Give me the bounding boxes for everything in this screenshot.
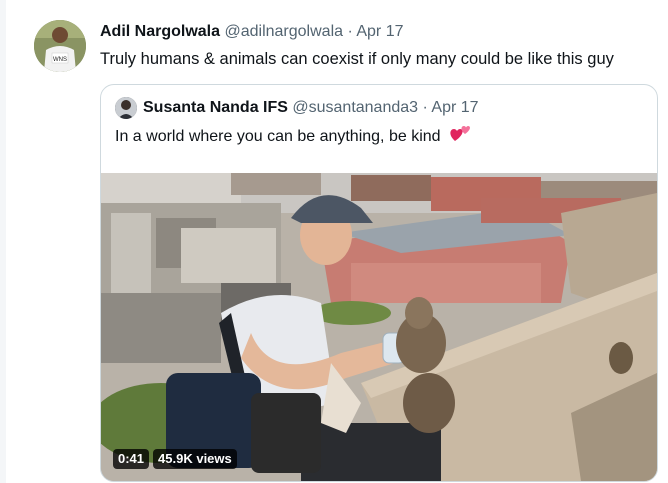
author-name[interactable]: Adil Nargolwala (100, 23, 220, 40)
tweet-header: Adil Nargolwala @adilnargolwala · Apr 17 (100, 22, 404, 42)
tweet[interactable]: WNS Adil Nargolwala @adilnargolwala · Ap… (20, 10, 668, 483)
separator-dot: · (347, 23, 353, 40)
author-handle[interactable]: @adilnargolwala (224, 23, 343, 40)
two-hearts-icon (449, 124, 471, 151)
quoted-tweet-header: Susanta Nanda IFS @susantananda3 · Apr 1… (143, 98, 479, 118)
tweet-text: Truly humans & animals can coexist if on… (100, 50, 614, 68)
quoted-tweet-text-line: In a world where you can be anything, be… (115, 124, 471, 151)
author-avatar[interactable]: WNS (34, 20, 86, 72)
quoted-author-name[interactable]: Susanta Nanda IFS (143, 99, 288, 116)
quoted-tweet-date[interactable]: Apr 17 (431, 99, 478, 116)
video-meta: 0:41 45.9K views (113, 449, 237, 469)
video-views: 45.9K views (153, 449, 237, 469)
page: WNS Adil Nargolwala @adilnargolwala · Ap… (0, 0, 668, 483)
quoted-author-avatar[interactable] (115, 97, 137, 119)
left-sidebar-edge (0, 0, 6, 483)
quoted-tweet-text: In a world where you can be anything, be… (115, 128, 441, 145)
quoted-tweet[interactable]: Susanta Nanda IFS @susantananda3 · Apr 1… (100, 84, 658, 482)
video-duration: 0:41 (113, 449, 150, 469)
video-frame (101, 173, 657, 481)
video-player[interactable]: 0:41 45.9K views (101, 173, 657, 481)
avatar-jersey-text: WNS (53, 57, 67, 63)
quoted-author-handle[interactable]: @susantananda3 (292, 99, 418, 116)
tweet-date[interactable]: Apr 17 (356, 23, 403, 40)
quoted-separator-dot: · (422, 99, 428, 116)
